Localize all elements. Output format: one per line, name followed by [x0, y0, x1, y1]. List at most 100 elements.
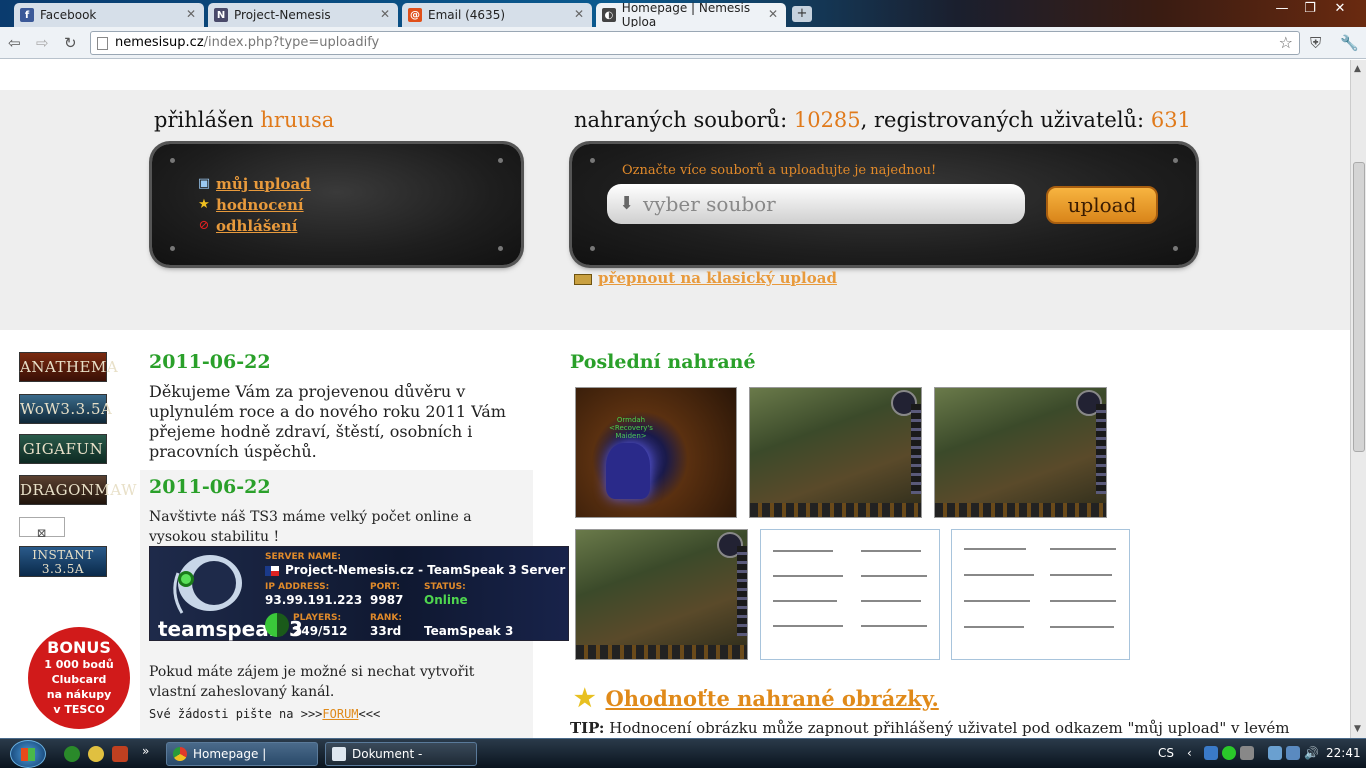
server-name: Project-Nemesis.cz - TeamSpeak 3 Server	[265, 563, 565, 577]
more-icon[interactable]: »	[142, 744, 149, 758]
doc-line	[964, 626, 1024, 628]
taskbar-wordpad[interactable]: Dokument - WordPad	[325, 742, 477, 766]
menu-item-logout[interactable]: ⊘ odhlášení	[196, 215, 311, 236]
upload-button[interactable]: upload	[1046, 186, 1158, 224]
chat-icon[interactable]	[88, 746, 104, 762]
files-label: nahraných souborů:	[574, 108, 788, 132]
tray-icon[interactable]	[1222, 746, 1236, 760]
start-button[interactable]	[10, 740, 46, 768]
banner-gigafun[interactable]: GIGAFUN	[19, 434, 107, 464]
rivet	[498, 246, 503, 251]
hud-bar	[1096, 404, 1106, 494]
banner-anathema[interactable]: ANATHEMA	[19, 352, 118, 382]
news-text: Děkujeme Vám za projevenou důvěru v uply…	[149, 382, 506, 461]
tray-icon[interactable]	[1240, 746, 1254, 760]
nemesis-icon: N	[214, 8, 228, 22]
forum-link[interactable]: FORUM	[322, 707, 358, 721]
volume-icon[interactable]: 🔊	[1304, 746, 1319, 760]
tab-title: Project-Nemesis	[234, 8, 331, 22]
news-date: 2011-06-22	[149, 476, 271, 498]
stop-icon: ⊘	[198, 218, 210, 233]
page-scrollbar[interactable]: ▲ ▼	[1350, 60, 1366, 738]
bonus-line: Clubcard	[51, 673, 107, 686]
bonus-line: 1 000 bodů	[44, 658, 114, 671]
tray-icon[interactable]	[1204, 746, 1218, 760]
close-icon[interactable]: ✕	[186, 7, 196, 21]
login-prefix: přihlášen	[154, 108, 254, 132]
language-indicator[interactable]: CS	[1158, 746, 1174, 760]
task-title: Homepage | Nemes...	[193, 747, 267, 761]
file-select-input[interactable]: ⬇ vyber soubor	[607, 184, 1025, 224]
restore-icon[interactable]: ❐	[1296, 0, 1324, 20]
minimize-icon[interactable]: —	[1268, 0, 1296, 20]
back-icon[interactable]: ⇦	[8, 34, 21, 52]
banner-instant[interactable]: INSTANT 3.3.5A	[19, 546, 107, 577]
hud-actionbar	[935, 503, 1106, 517]
username: hruusa	[260, 108, 335, 132]
banner-wow335a[interactable]: WoW3.3.5A	[19, 394, 112, 424]
rivet	[170, 158, 175, 163]
menu-item-rating[interactable]: ★ hodnocení	[196, 194, 311, 215]
wrench-icon[interactable]: 🔧	[1340, 34, 1359, 52]
tesco-bonus-ad[interactable]: BONUS 1 000 bodů Clubcard na nákupy v TE…	[28, 627, 130, 729]
banner-dragonmaw[interactable]: DRAGONMAW	[19, 475, 137, 505]
my-upload-link[interactable]: můj upload	[216, 175, 311, 193]
star-icon: ★	[198, 197, 210, 212]
close-window-icon[interactable]: ✕	[1326, 0, 1354, 20]
product-name: TeamSpeak 3	[424, 624, 514, 638]
extension-shield-icon[interactable]: ⛨	[1310, 34, 1321, 52]
star-icon: ★	[574, 683, 596, 712]
doc-line	[964, 548, 1026, 550]
tab-project-nemesis[interactable]: N Project-Nemesis ✕	[208, 3, 398, 27]
banner-broken-image[interactable]: ⊠	[19, 517, 65, 540]
close-icon[interactable]: ✕	[380, 7, 390, 21]
thumbnail-image[interactable]	[760, 529, 940, 660]
forward-icon[interactable]: ⇨	[36, 34, 49, 52]
thumbnail-image[interactable]	[749, 387, 922, 518]
rating-link[interactable]: hodnocení	[216, 196, 304, 214]
logout-link[interactable]: odhlášení	[216, 217, 297, 235]
classic-upload-link[interactable]: přepnout na klasický upload	[598, 269, 837, 287]
classic-upload-switch[interactable]: přepnout na klasický upload	[574, 269, 837, 287]
czech-flag-icon	[265, 565, 279, 576]
thumbnail-image[interactable]	[951, 529, 1130, 660]
utorrent-icon[interactable]	[64, 746, 80, 762]
rate-images-link[interactable]: Ohodnoťte nahrané obrázky.	[606, 686, 939, 711]
scroll-up-icon[interactable]: ▲	[1354, 64, 1361, 74]
rivet	[590, 246, 595, 251]
close-icon[interactable]: ✕	[768, 7, 778, 21]
forum-prefix: Své žádosti pište na >>>	[149, 707, 323, 721]
doc-line	[861, 625, 927, 627]
login-status: přihlášen hruusa	[154, 108, 334, 132]
reload-icon[interactable]: ↻	[64, 34, 77, 52]
scroll-down-icon[interactable]: ▼	[1354, 724, 1361, 734]
tab-homepage-nemesis[interactable]: ◐ Homepage | Nemesis Uploa ✕	[596, 1, 786, 29]
teamspeak-banner[interactable]: teamspeak 3 SERVER NAME: Project-Nemesis…	[149, 546, 569, 641]
close-icon[interactable]: ✕	[574, 7, 584, 21]
rate-images[interactable]: ★ Ohodnoťte nahrané obrázky.	[574, 683, 939, 712]
thumbnail-image[interactable]	[934, 387, 1107, 518]
tray-icon[interactable]	[1268, 746, 1282, 760]
doc-line	[773, 600, 837, 602]
broken-image-icon: ⊠	[36, 526, 48, 540]
network-icon[interactable]	[1286, 746, 1300, 760]
hud-actionbar	[576, 645, 747, 659]
scrollbar-thumb[interactable]	[1353, 162, 1365, 452]
new-tab-button[interactable]: +	[792, 6, 812, 22]
bonus-line: v TESCO	[53, 703, 105, 716]
tab-email[interactable]: @ Email (4635) ✕	[402, 3, 592, 27]
bookmark-star-icon[interactable]: ☆	[1279, 32, 1293, 54]
tray-expand-icon[interactable]: ‹	[1187, 746, 1192, 760]
tab-facebook[interactable]: f Facebook ✕	[14, 3, 204, 27]
taskbar-chrome[interactable]: Homepage | Nemes...	[166, 742, 318, 766]
address-bar[interactable]: nemesisup.cz/index.php?type=uploadify ☆	[90, 31, 1300, 55]
hud-bar	[737, 546, 747, 636]
bonus-line: na nákupy	[46, 688, 112, 701]
menu-item-my-upload[interactable]: ▣ můj upload	[196, 173, 311, 194]
doc-line	[773, 625, 843, 627]
clock[interactable]: 22:41	[1326, 746, 1361, 760]
thumbnail-image[interactable]: Ormdah <Recovery's Maiden>	[575, 387, 737, 518]
game-icon[interactable]	[112, 746, 128, 762]
port-label: PORT:	[370, 582, 401, 592]
thumbnail-image[interactable]	[575, 529, 748, 660]
